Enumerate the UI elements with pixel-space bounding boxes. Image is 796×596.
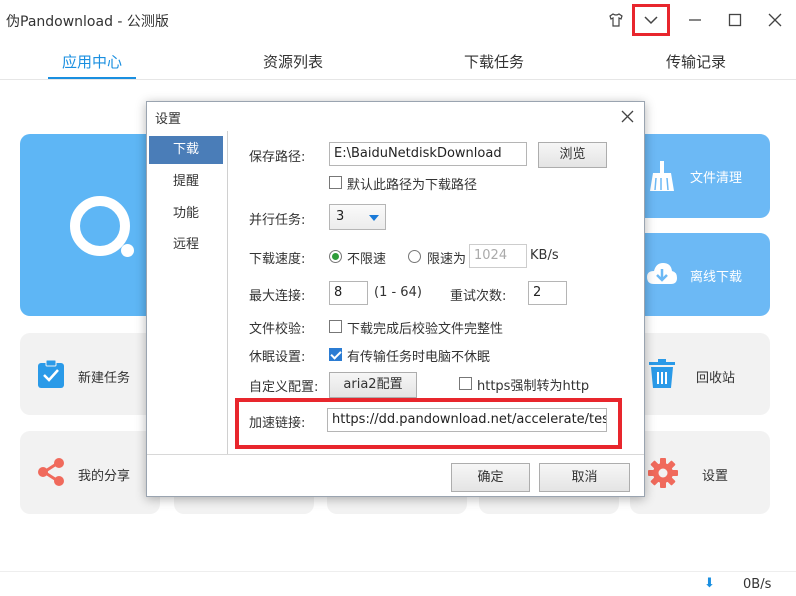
tab-app-center[interactable]: 应用中心 (62, 51, 122, 72)
dialog-title: 设置 (155, 112, 182, 127)
search-logo-dot (121, 244, 134, 257)
my-share-card[interactable]: 我的分享 (20, 431, 160, 514)
sidebar-item-remote[interactable]: 远程 (149, 231, 223, 259)
gear-icon (648, 458, 678, 488)
speed-limit-input[interactable]: 1024 (469, 244, 527, 268)
download-arrow-icon: ⬇ (704, 576, 715, 591)
dialog-close-button[interactable] (621, 106, 634, 128)
chevron-down-icon (644, 16, 658, 25)
verify-checkbox[interactable] (329, 320, 342, 333)
skin-icon (609, 13, 623, 27)
file-clean-card[interactable]: 文件清理 (630, 134, 770, 218)
save-path-input[interactable]: E:\BaiduNetdiskDownload (329, 142, 527, 166)
retry-count-label: 重试次数: (450, 289, 507, 304)
tab-resource-list[interactable]: 资源列表 (263, 51, 323, 72)
speed-unit: KB/s (530, 248, 559, 263)
max-connections-range: (1 - 64) (374, 285, 422, 300)
maximize-icon (728, 13, 742, 27)
no-sleep-checkbox-label: 有传输任务时电脑不休眠 (347, 350, 491, 365)
unlimited-speed-radio[interactable] (329, 250, 342, 263)
retry-count-input[interactable]: 2 (528, 281, 567, 305)
verify-checkbox-label: 下载完成后校验文件完整性 (347, 322, 504, 337)
search-card[interactable] (20, 134, 160, 316)
dropdown-arrow-icon (369, 215, 379, 221)
recycle-bin-card[interactable]: 回收站 (630, 333, 770, 415)
default-path-checkbox[interactable] (329, 176, 342, 189)
my-share-label: 我的分享 (78, 469, 131, 484)
clipboard-check-icon (38, 359, 64, 388)
close-icon (621, 110, 634, 123)
close-button[interactable] (755, 0, 795, 40)
parallel-tasks-label: 并行任务: (249, 213, 306, 228)
aria2-config-button[interactable]: aria2配置 (329, 372, 417, 398)
settings-label: 设置 (702, 469, 729, 484)
sidebar-item-features[interactable]: 功能 (149, 200, 223, 228)
custom-config-label: 自定义配置: (249, 380, 319, 395)
ok-button[interactable]: 确定 (451, 463, 530, 492)
unlimited-speed-label: 不限速 (347, 252, 387, 267)
browse-button[interactable]: 浏览 (538, 142, 607, 168)
share-icon (38, 458, 64, 486)
close-icon (768, 13, 782, 27)
trash-icon (649, 359, 675, 388)
parallel-tasks-value: 3 (336, 209, 345, 224)
minimize-icon (689, 19, 701, 21)
offline-download-label: 离线下载 (690, 270, 743, 285)
accelerate-link-highlight (235, 398, 622, 449)
file-verify-label: 文件校验: (249, 322, 306, 337)
dialog-footer: 确定 取消 (147, 454, 644, 496)
skin-button[interactable] (596, 0, 636, 40)
max-connections-input[interactable]: 8 (329, 281, 368, 305)
recycle-bin-label: 回收站 (696, 371, 736, 386)
settings-card[interactable]: 设置 (630, 431, 770, 514)
new-task-card[interactable]: 新建任务 (20, 333, 160, 415)
limited-speed-radio[interactable] (408, 250, 421, 263)
offline-download-card[interactable]: 离线下载 (630, 233, 770, 316)
max-connections-label: 最大连接: (249, 289, 306, 304)
default-path-label: 默认此路径为下载路径 (347, 178, 478, 193)
no-sleep-checkbox[interactable] (329, 348, 342, 361)
window-title: 伪Pandownload - 公测版 (6, 14, 169, 30)
sleep-settings-label: 休眠设置: (249, 350, 306, 365)
title-bar: 伪Pandownload - 公测版 (0, 0, 796, 40)
limited-speed-label: 限速为 (427, 252, 467, 267)
download-speed: 0B/s (743, 577, 772, 592)
parallel-tasks-select[interactable]: 3 (329, 204, 386, 230)
cancel-button[interactable]: 取消 (539, 463, 630, 492)
minimize-button[interactable] (675, 0, 715, 40)
sidebar-item-download[interactable]: 下载 (149, 136, 223, 164)
file-clean-label: 文件清理 (690, 171, 743, 186)
maximize-button[interactable] (715, 0, 755, 40)
https-to-http-label: https强制转为http (477, 379, 590, 394)
cloud-download-icon (647, 263, 677, 284)
main-nav: 应用中心 资源列表 下载任务 传输记录 (0, 40, 796, 80)
status-bar: ⬇ 0B/s (0, 571, 796, 596)
https-to-http-checkbox[interactable] (459, 377, 472, 390)
sidebar-item-reminder[interactable]: 提醒 (149, 168, 223, 196)
new-task-label: 新建任务 (78, 371, 131, 386)
menu-dropdown-button[interactable] (632, 4, 670, 36)
save-path-label: 保存路径: (249, 150, 306, 165)
tab-transfer-records[interactable]: 传输记录 (666, 51, 726, 72)
tab-download-tasks[interactable]: 下载任务 (464, 51, 524, 72)
active-tab-indicator (48, 77, 136, 79)
broom-icon (650, 161, 674, 191)
download-speed-label: 下载速度: (249, 252, 306, 267)
settings-sidebar: 下载 提醒 功能 远程 (147, 131, 225, 454)
